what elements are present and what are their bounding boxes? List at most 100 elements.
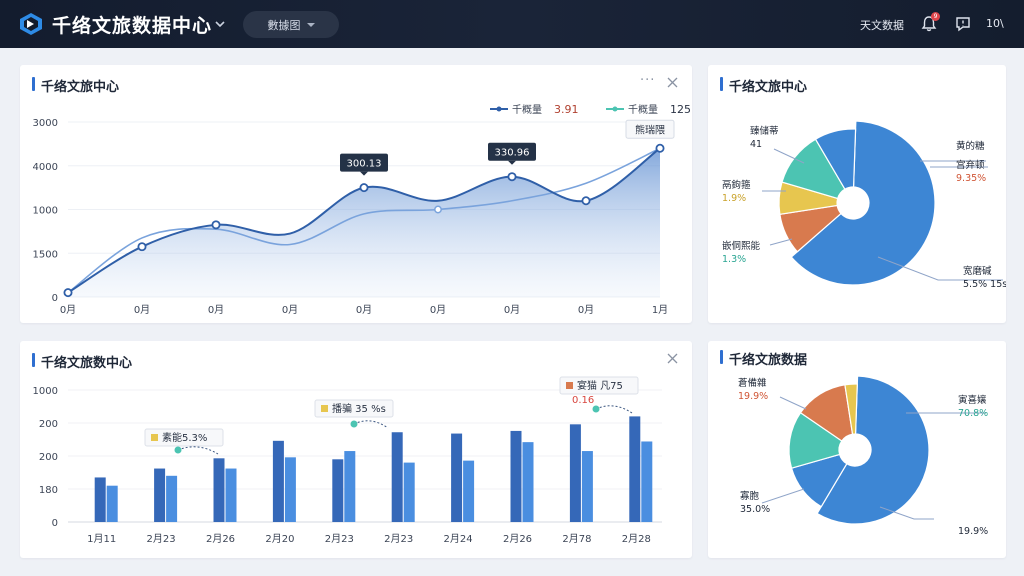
bar [641,441,653,522]
y-tick-label: 180 [39,485,58,496]
view-selector-dropdown[interactable]: 數據图 [243,11,339,38]
bar [94,477,106,522]
legend-value: 3.91 [554,103,579,116]
x-tick-label: 0月 [578,304,594,316]
bar [154,468,166,522]
leader-line [761,488,805,504]
x-tick-label: 0月 [134,304,150,316]
slice-label: 宫弃顿 [956,159,985,171]
x-tick-label: 2月78 [562,533,591,545]
donut-chart: 寅喜嬢 70.8% 19.9% 寡胞 35.0% 蒼備雜 19.9% [738,375,988,537]
data-point [63,288,73,298]
data-point [655,143,665,153]
bar [463,460,475,522]
data-point [507,172,517,182]
user-number: 10\ [986,17,1004,30]
chevron-down-icon[interactable] [214,18,226,30]
notification-badge: 9 [931,12,940,21]
slice-label: 寅喜嬢 [958,394,987,406]
slice-value: 41 [750,139,762,150]
x-tick-label: 0月 [282,304,298,316]
tooltip-label: 300.13 [347,159,382,170]
leader-line [769,238,793,246]
annotation-value: 0.16 [572,395,594,406]
x-tick-label: 2月24 [444,533,473,545]
area-chart: 0 1500 1000 4000 3000 0月 0月 0月 0月 0月 0月 0月 0月 1月 300.1… [33,103,692,316]
trend-panel: 千络文旅中心 ··· 0 1500 1000 4000 3000 0月 0月 0月 0月 0月 0月… [20,65,692,323]
annotation-swatch [566,382,573,389]
distribution-panel: 千络文旅中心 黄的糖 宫弃顿 9.35% 鬲鉤箍 1.9% 嵌侗熙能 1.3% 宽磨碱 5.5%… [708,65,1006,323]
brand-logo-icon [20,13,42,35]
annotation-marker [174,446,182,454]
bar-chart: 0 180 200 200 1000 1月11 2月23 2月26 2月20 2月23 2月23 2月… [33,376,662,545]
x-tick-label: 2月28 [622,533,651,545]
legend-value: 125.0 [670,103,692,116]
y-tick-label: 0 [52,293,58,304]
annotation-connector [177,446,219,455]
bar-panel: 千络文旅数中心 0 180 200 200 1000 1月11 2月23 2月26 2月20 2月… [20,341,692,558]
x-tick-label: 2月26 [206,533,235,545]
x-tick-label: 1月11 [87,533,116,545]
data-point [434,205,442,214]
y-tick-label: 0 [52,518,58,529]
top-bar: 千络文旅数据中心 數據图 天文数据 9 10\ [0,0,1024,48]
annotation-swatch [321,405,328,412]
slice-label: 黄的糖 [956,140,985,152]
feedback-icon[interactable] [955,16,971,32]
slice-value: 70.8% [958,408,988,419]
y-tick-label: 200 [39,452,58,463]
app-title: 千络文旅数据中心 [52,15,213,37]
slice-label: 蒼備雜 [738,377,767,389]
slice-value: 19.9% [738,391,768,402]
bar [581,451,593,522]
data-point [137,242,147,252]
tooltip-label: 330.96 [495,148,530,159]
bar [344,451,356,522]
leader-line [779,396,807,410]
slice-label: 寡胞 [740,490,760,502]
annotation-label: 播骗 35 %s [332,402,386,415]
data-pie-panel: 千络文旅数据 寅喜嬢 70.8% 19.9% 寡胞 35.0% 蒼備雜 19.9% [708,341,1006,558]
slice-label: 嵌侗熙能 [722,240,761,252]
bar [213,458,225,522]
top-nav-link[interactable]: 天文数据 [860,17,904,33]
x-tick-label: 2月20 [265,533,294,545]
x-tick-label: 0月 [356,304,372,316]
x-tick-label: 0月 [430,304,446,316]
slice-value: 1.9% [722,193,746,204]
bar [451,433,463,522]
annotation-label: 素能5.3% [162,431,207,444]
bar [225,468,237,522]
y-tick-label: 3000 [33,118,58,129]
x-tick-label: 2月23 [384,533,413,545]
x-tick-label: 2月26 [503,533,532,545]
donut-chart: 黄的糖宫弃顿 9.35% 鬲鉤箍 1.9% 嵌侗熙能 1.3% 宽磨碱 5.5% 15s 臻储蒂… [722,120,1006,290]
legend-marker [496,106,502,112]
tooltip-pointer [508,160,516,165]
bar [332,459,344,522]
bar [272,440,284,522]
view-selector-label: 數據图 [267,18,301,32]
annotation-connector [595,405,633,414]
legend-marker [612,106,618,112]
y-tick-label: 1500 [33,249,58,260]
slice-label: 臻储蒂 [750,125,779,137]
data-point [359,183,369,193]
y-tick-label: 1000 [33,386,58,397]
bar [510,430,522,522]
slice-label: 鬲鉤箍 [722,179,751,191]
data-point [211,220,221,230]
annotation-marker [350,420,358,428]
tooltip-pointer [360,171,368,176]
y-tick-label: 200 [39,419,58,430]
x-tick-label: 1月 [652,304,668,316]
bar [284,457,296,522]
legend-label: 千概量 [628,103,658,116]
y-tick-label: 4000 [33,162,58,173]
bar [391,432,403,522]
annotation-connector [353,420,389,429]
y-tick-label: 1000 [33,206,58,217]
x-tick-label: 0月 [504,304,520,316]
legend-label: 千概量 [512,103,542,116]
bar [106,485,118,522]
